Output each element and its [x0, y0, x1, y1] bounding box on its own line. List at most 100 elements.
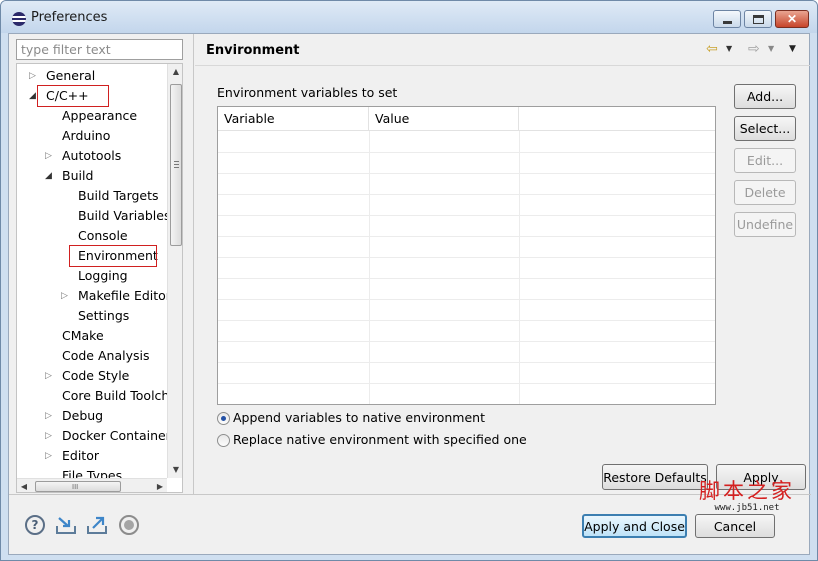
tree-item[interactable]: Console — [17, 226, 167, 246]
tree-item[interactable]: File Types — [17, 466, 167, 478]
export-icon[interactable] — [86, 515, 108, 535]
page-title: Environment — [206, 43, 300, 58]
edit-button: Edit... — [734, 148, 796, 173]
radio-label: Append variables to native environment — [233, 410, 486, 425]
tree-scroll-thumb[interactable] — [170, 84, 182, 246]
tree-item-label: General — [46, 68, 96, 83]
record-macro-icon[interactable] — [119, 515, 139, 535]
grip-icon — [174, 161, 179, 168]
collapsed-triangle-icon[interactable]: ▷ — [45, 406, 52, 426]
cancel-button[interactable]: Cancel — [695, 514, 775, 538]
forward-dropdown-icon[interactable]: ▼ — [768, 40, 774, 58]
close-button[interactable]: ✕ — [775, 10, 809, 28]
tree-horizontal-scrollbar[interactable]: ◀ III ▶ — [17, 478, 167, 492]
expanded-triangle-icon[interactable]: ◢ — [29, 86, 36, 106]
column-header-variable[interactable]: Variable — [218, 107, 369, 131]
table-row-line — [218, 173, 715, 174]
add-button[interactable]: Add... — [734, 84, 796, 109]
tree-item-label: Code Style — [62, 368, 130, 383]
tree-item[interactable]: ▷ Autotools — [17, 146, 167, 166]
maximize-icon — [752, 14, 764, 24]
tree-item-label: Makefile Editor — [78, 288, 167, 303]
tree-item[interactable]: Core Build Toolcha — [17, 386, 167, 406]
tree-item-label: Code Analysis — [62, 348, 150, 363]
tree-hscroll-thumb[interactable]: III — [35, 481, 121, 492]
filter-input[interactable] — [16, 39, 183, 60]
tree-item-label: Build — [62, 168, 94, 183]
tree-item[interactable]: ▷ Editor — [17, 446, 167, 466]
tree-item[interactable]: Build Variables — [17, 206, 167, 226]
selection-highlight — [69, 245, 157, 267]
back-arrow-icon[interactable]: ⇦ — [706, 40, 718, 58]
preferences-window: Preferences ✕ ▷ General ◢C/C++Appearance Ar… — [0, 0, 818, 561]
minimize-icon — [722, 20, 732, 24]
import-icon[interactable] — [55, 515, 77, 535]
maximize-button[interactable] — [744, 10, 772, 28]
section-label: Environment variables to set — [217, 85, 398, 100]
tree-item[interactable]: ▷ Makefile Editor — [17, 286, 167, 306]
eclipse-logo-icon — [12, 12, 26, 26]
title-bar[interactable]: Preferences ✕ — [1, 1, 817, 33]
tree-item[interactable]: Build Targets — [17, 186, 167, 206]
column-header-value[interactable]: Value — [369, 107, 519, 131]
tree-item[interactable]: Arduino — [17, 126, 167, 146]
forward-arrow-icon[interactable]: ⇨ — [748, 40, 760, 58]
scroll-up-icon[interactable]: ▲ — [168, 64, 182, 80]
collapsed-triangle-icon[interactable]: ▷ — [61, 286, 68, 306]
table-row-line — [218, 257, 715, 258]
sash-divider[interactable] — [193, 34, 194, 494]
scroll-down-icon[interactable]: ▼ — [168, 462, 182, 478]
view-menu-icon[interactable]: ▼ — [789, 40, 796, 58]
tree-item[interactable]: ▷ General — [17, 66, 167, 86]
column-header-filler — [519, 107, 715, 131]
collapsed-triangle-icon[interactable]: ▷ — [45, 426, 52, 446]
collapsed-triangle-icon[interactable]: ▷ — [45, 146, 52, 166]
tree-vertical-scrollbar[interactable]: ▲ ▼ — [167, 64, 182, 478]
tree-item[interactable]: ▷ Debug — [17, 406, 167, 426]
dialog-client-area: ▷ General ◢C/C++Appearance Arduino ▷ Autotool… — [8, 33, 811, 555]
collapsed-triangle-icon[interactable]: ▷ — [29, 66, 36, 86]
apply-and-close-button[interactable]: Apply and Close — [582, 514, 687, 538]
table-row-line — [218, 341, 715, 342]
back-dropdown-icon[interactable]: ▼ — [726, 40, 732, 58]
table-row-line — [218, 404, 715, 405]
table-row-line — [218, 278, 715, 279]
tree-item[interactable]: ◢ Build — [17, 166, 167, 186]
undefine-button: Undefine — [734, 212, 796, 237]
help-icon[interactable]: ? — [25, 515, 45, 535]
radio-unchecked-icon[interactable] — [217, 434, 230, 447]
annotation-highlight — [37, 85, 109, 107]
collapsed-triangle-icon[interactable]: ▷ — [45, 366, 52, 386]
window-title: Preferences — [31, 10, 108, 25]
select-button[interactable]: Select... — [734, 116, 796, 141]
table-row-line — [218, 362, 715, 363]
close-icon: ✕ — [786, 12, 798, 26]
minimize-button[interactable] — [713, 10, 741, 28]
table-header: Variable Value — [218, 107, 715, 131]
scroll-left-icon[interactable]: ◀ — [17, 479, 31, 492]
tree-item[interactable]: ▷ Code Style — [17, 366, 167, 386]
tree-item-label: CMake — [62, 328, 104, 343]
table-column-line — [369, 131, 370, 404]
tree-item[interactable]: Code Analysis — [17, 346, 167, 366]
tree-item-label: Settings — [78, 308, 130, 323]
tree-item[interactable]: ◢ C/C++ — [17, 85, 167, 107]
tree-item[interactable]: Appearance — [17, 106, 167, 126]
tree-item[interactable]: CMake — [17, 326, 167, 346]
scroll-right-icon[interactable]: ▶ — [153, 479, 167, 492]
collapsed-triangle-icon[interactable]: ▷ — [45, 446, 52, 466]
tree-item[interactable]: ▷ Docker Container — [17, 426, 167, 446]
tree-item[interactable]: Logging — [17, 266, 167, 286]
watermark-logo-text: 脚本之家 — [699, 479, 795, 503]
expanded-triangle-icon[interactable]: ◢ — [45, 166, 52, 186]
tree-item[interactable]: Settings — [17, 306, 167, 326]
table-row-line — [218, 194, 715, 195]
radio-checked-icon[interactable] — [217, 412, 230, 425]
table-row-line — [218, 320, 715, 321]
radio-label: Replace native environment with specifie… — [233, 432, 527, 447]
tree-item-label: Arduino — [62, 128, 111, 143]
table-row-line — [218, 383, 715, 384]
tree-item-label: Logging — [78, 268, 128, 283]
tree-item[interactable]: Environment — [17, 245, 167, 267]
environment-variables-table[interactable]: Variable Value — [217, 106, 716, 405]
